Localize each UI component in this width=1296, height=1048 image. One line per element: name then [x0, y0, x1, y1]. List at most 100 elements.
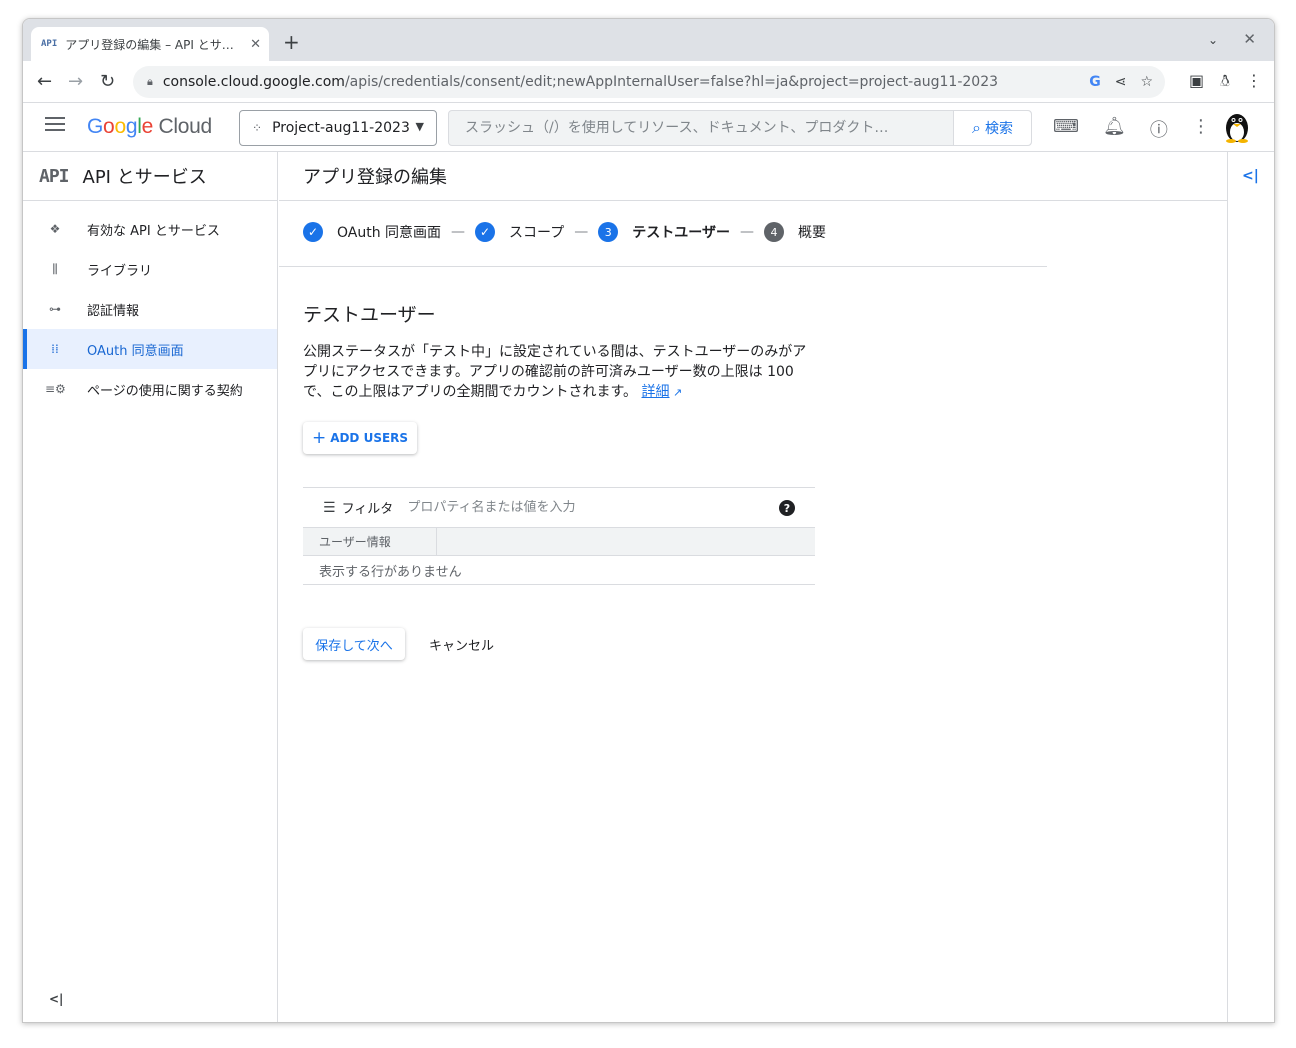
forward-arrow-icon[interactable]: → [68, 71, 83, 92]
add-users-button[interactable]: + ADD USERS [303, 422, 417, 454]
tab-close-icon[interactable]: ✕ [250, 37, 261, 52]
search-bar: ⌕ 検索 [448, 110, 1032, 146]
tab-bar: API アプリ登録の編集 – API とサ… ✕ + ⌄ ✕ [23, 19, 1274, 61]
learn-more-label: 詳細 [641, 384, 670, 400]
caret-down-icon: ▼ [415, 120, 424, 133]
step-separator: — [574, 224, 589, 240]
filter-bar: ☰ フィルタ ? [303, 487, 815, 528]
step-separator: — [451, 224, 466, 240]
filter-icon: ☰ [323, 499, 336, 516]
profile-penguin-icon[interactable]: 🐧︎ [1220, 71, 1230, 93]
table-header: ユーザー情報 [303, 528, 815, 556]
api-diamond-icon: ❖ [49, 222, 61, 236]
address-bar: ← → ↻ 🔒︎ console.cloud.google.com /apis/… [23, 61, 1274, 103]
api-badge-icon: API [39, 165, 69, 187]
stepper-divider [279, 266, 1047, 267]
sidebar-item-page-usage-agreements[interactable]: ≡⚙ ページの使用に関する契約 [23, 369, 277, 409]
step-separator: — [739, 224, 754, 240]
project-dots-icon: ⁘ [252, 121, 263, 135]
search-icon: ⌕ [972, 118, 981, 137]
save-and-continue-button[interactable]: 保存して次へ [303, 628, 405, 660]
expand-panel-icon[interactable]: <| [1242, 168, 1259, 184]
filter-label: フィルタ [341, 502, 394, 517]
google-lens-icon[interactable]: G [1089, 74, 1101, 90]
sidebar-item-credentials[interactable]: ⊶ 認証情報 [23, 289, 277, 329]
sidebar-nav: ❖ 有効な API とサービス ⫼ ライブラリ ⊶ 認証情報 ⁞⁞ OAuth … [23, 209, 277, 409]
step-number-badge: 4 [763, 222, 784, 242]
notifications-bell-icon[interactable]: 🔔︎ [1103, 116, 1126, 142]
section-title: テストユーザー [303, 304, 436, 326]
share-icon[interactable]: ⋖ [1115, 74, 1127, 90]
step-test-users: テストユーザー [632, 225, 730, 241]
url-omnibox[interactable]: 🔒︎ console.cloud.google.com /apis/creden… [133, 66, 1165, 98]
cloud-shell-icon[interactable]: ⌨ [1053, 116, 1079, 142]
search-button-label: 検索 [984, 121, 1013, 137]
test-users-description: 公開ステータスが「テスト中」に設定されている間は、テストユーザーのみがアプリにア… [303, 342, 815, 403]
new-tab-button[interactable]: + [283, 30, 300, 54]
bookmark-star-icon[interactable]: ☆ [1140, 74, 1153, 90]
plus-icon: + [311, 428, 327, 448]
settings-list-icon: ≡⚙ [45, 382, 66, 396]
external-link-icon: ↗ [669, 386, 683, 399]
url-host: console.cloud.google.com [162, 74, 345, 90]
sidebar-item-label: ライブラリ [87, 263, 153, 279]
step-summary: 概要 [797, 225, 826, 241]
check-circle-icon: ✓ [303, 222, 323, 242]
page-title: アプリ登録の編集 [279, 152, 1227, 201]
url-path: /apis/credentials/consent/edit;newAppInt… [344, 74, 999, 90]
sidebar-item-label: OAuth 同意画面 [87, 343, 184, 359]
search-button[interactable]: ⌕ 検索 [953, 111, 1031, 145]
main-content: アプリ登録の編集 ✓ OAuth 同意画面 — ✓ スコープ — 3 テストユー… [279, 152, 1227, 1022]
sidebar-item-oauth-consent[interactable]: ⁞⁞ OAuth 同意画面 [23, 329, 277, 369]
sidebar-item-library[interactable]: ⫼ ライブラリ [23, 249, 277, 289]
lock-icon[interactable]: 🔒︎ [147, 75, 153, 89]
tab-title: アプリ登録の編集 – API とサ… [65, 37, 234, 52]
hamburger-menu-icon[interactable] [45, 117, 65, 133]
step-scopes[interactable]: スコープ [509, 222, 564, 242]
sidebar-header: API API とサービス [23, 152, 277, 201]
add-users-label: ADD USERS [330, 431, 409, 445]
sidebar-item-label: 認証情報 [87, 303, 140, 319]
window-close-icon[interactable]: ✕ [1243, 30, 1256, 48]
google-cloud-logo[interactable]: Google Cloud [87, 115, 212, 139]
api-favicon-icon: API [41, 39, 58, 49]
filter-input[interactable] [407, 500, 738, 515]
step-oauth-consent[interactable]: OAuth 同意画面 [337, 222, 441, 242]
check-circle-icon: ✓ [475, 222, 496, 242]
project-name: Project-aug11-2023 [272, 120, 410, 136]
tab-search-chevron-icon[interactable]: ⌄ [1208, 33, 1218, 47]
library-icon: ⫼ [52, 261, 58, 276]
sidebar-title: API とサービス [82, 167, 207, 188]
key-icon: ⊶ [49, 302, 61, 316]
side-panel-icon[interactable]: ▣ [1189, 71, 1204, 93]
right-info-panel: <| [1227, 152, 1274, 1022]
column-header-user-info[interactable]: ユーザー情報 [303, 528, 437, 555]
help-question-icon[interactable]: ? [779, 500, 795, 516]
consent-dots-icon: ⁞⁞ [51, 342, 59, 356]
description-text: 公開ステータスが「テスト中」に設定されている間は、テストユーザーのみがアプリにア… [303, 344, 807, 400]
logo-cloud: Cloud [158, 115, 213, 138]
step-number-badge: 3 [598, 222, 619, 242]
console-header: Google Cloud ⁘ Project-aug11-2023 ▼ ⌕ 検索… [23, 103, 1274, 152]
test-users-table: ☰ フィルタ ? ユーザー情報 表示する行がありません [303, 487, 815, 585]
help-circle-icon[interactable]: ⓘ [1150, 116, 1168, 142]
sidebar-item-label: 有効な API とサービス [87, 223, 220, 239]
stepper: ✓ OAuth 同意画面 — ✓ スコープ — 3 テストユーザー — 4 概要 [303, 222, 826, 242]
browser-tab[interactable]: API アプリ登録の編集 – API とサ… ✕ [31, 27, 269, 61]
more-vert-icon[interactable]: ⋮ [1192, 116, 1210, 142]
sidebar-item-enabled-apis[interactable]: ❖ 有効な API とサービス [23, 209, 277, 249]
cancel-button[interactable]: キャンセル [419, 628, 504, 660]
collapse-sidebar-icon[interactable]: <| [49, 992, 63, 1006]
learn-more-link[interactable]: 詳細 [642, 384, 670, 400]
empty-table-message: 表示する行がありません [303, 556, 815, 585]
logo-google: Google [87, 115, 153, 138]
sidebar: API API とサービス ❖ 有効な API とサービス ⫼ ライブラリ ⊶ … [23, 152, 278, 1022]
sidebar-item-label: ページの使用に関する契約 [87, 383, 243, 399]
search-input[interactable] [449, 111, 953, 145]
browser-menu-icon[interactable]: ⋮ [1246, 71, 1262, 93]
project-picker[interactable]: ⁘ Project-aug11-2023 ▼ [239, 110, 437, 146]
account-avatar-icon[interactable] [1222, 111, 1252, 143]
browser-window: API アプリ登録の編集 – API とサ… ✕ + ⌄ ✕ ← → ↻ 🔒︎ … [22, 18, 1275, 1023]
back-arrow-icon[interactable]: ← [37, 71, 52, 92]
reload-icon[interactable]: ↻ [100, 71, 115, 92]
